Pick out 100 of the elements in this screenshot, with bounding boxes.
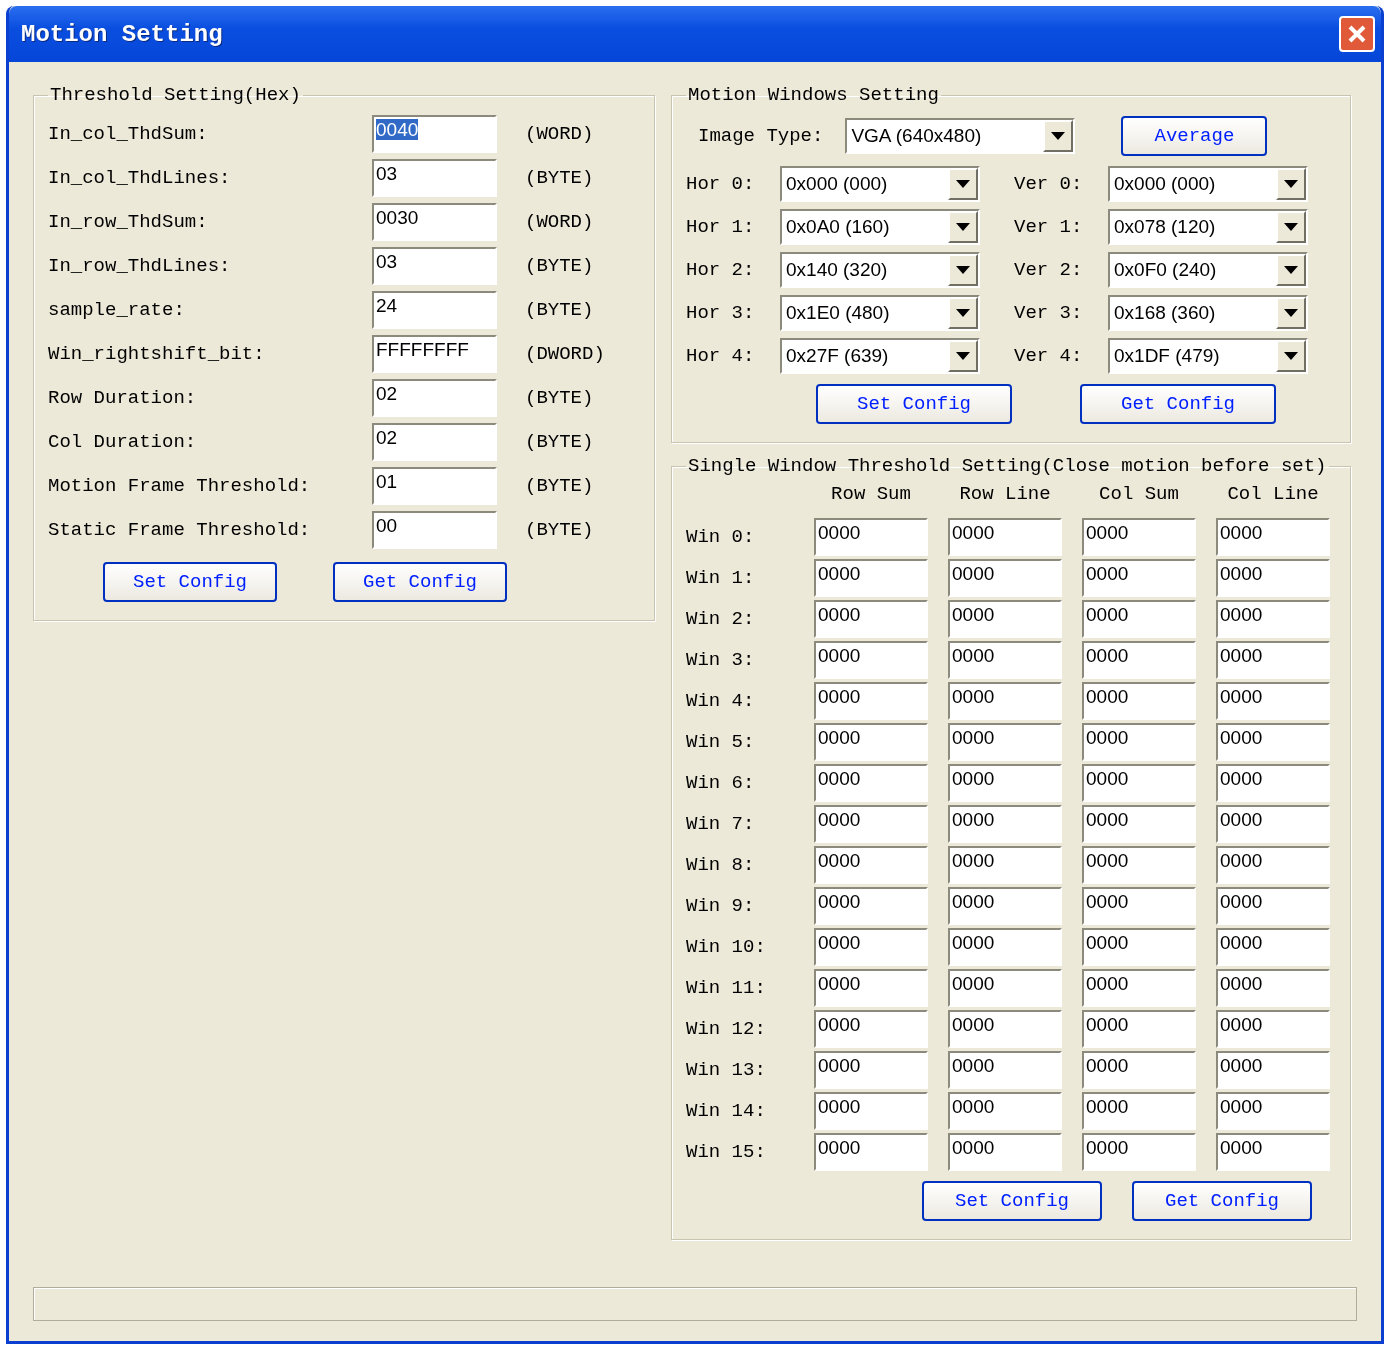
- input-field[interactable]: 0030: [372, 203, 497, 241]
- field-label: Row Duration:: [48, 387, 198, 409]
- dropdown[interactable]: 0x168 (360): [1108, 295, 1308, 331]
- input-field[interactable]: 0000: [1082, 805, 1196, 843]
- input-field[interactable]: 01: [372, 467, 497, 505]
- input-field[interactable]: 0000: [1216, 1051, 1330, 1089]
- input-field[interactable]: 0000: [814, 887, 928, 925]
- input-field[interactable]: 0000: [1082, 1133, 1196, 1171]
- dropdown[interactable]: 0x000 (000): [1108, 166, 1308, 202]
- dropdown[interactable]: 0x000 (000): [780, 166, 980, 202]
- input-field[interactable]: 0000: [814, 969, 928, 1007]
- input-field[interactable]: 0000: [948, 723, 1062, 761]
- input-field[interactable]: 0000: [1082, 518, 1196, 556]
- config-button[interactable]: Get Config: [1132, 1181, 1312, 1221]
- dropdown[interactable]: 0x078 (120): [1108, 209, 1308, 245]
- input-field[interactable]: 0000: [814, 1133, 928, 1171]
- input-field[interactable]: 0000: [948, 805, 1062, 843]
- input-field[interactable]: 0000: [1082, 969, 1196, 1007]
- input-field[interactable]: 0000: [1082, 682, 1196, 720]
- input-field[interactable]: 0000: [948, 600, 1062, 638]
- input-field[interactable]: 03: [372, 159, 497, 197]
- input-field[interactable]: 0000: [1082, 846, 1196, 884]
- input-field[interactable]: 0000: [814, 1051, 928, 1089]
- input-field[interactable]: 0000: [814, 559, 928, 597]
- input-field[interactable]: 0000: [948, 641, 1062, 679]
- input-field[interactable]: 0000: [948, 559, 1062, 597]
- dropdown[interactable]: 0x1DF (479): [1108, 338, 1308, 374]
- input-field[interactable]: 0000: [1216, 723, 1330, 761]
- input-field[interactable]: 0000: [1216, 887, 1330, 925]
- input-field[interactable]: 0000: [1216, 1010, 1330, 1048]
- input-field[interactable]: 0000: [1216, 928, 1330, 966]
- input-field[interactable]: 0000: [1082, 641, 1196, 679]
- input-field[interactable]: 0040: [372, 115, 497, 153]
- field-label: Col Duration:: [48, 431, 198, 453]
- input-field[interactable]: 0000: [814, 928, 928, 966]
- input-field[interactable]: 0000: [1216, 600, 1330, 638]
- input-field[interactable]: 0000: [948, 1010, 1062, 1048]
- input-field[interactable]: 0000: [1082, 928, 1196, 966]
- config-button[interactable]: Set Config: [103, 562, 277, 602]
- config-button[interactable]: Set Config: [816, 384, 1012, 424]
- dropdown[interactable]: 0x0F0 (240): [1108, 252, 1308, 288]
- field-label: Ver 3:: [1014, 302, 1084, 324]
- input-field[interactable]: 0000: [1082, 600, 1196, 638]
- input-field[interactable]: 0000: [814, 641, 928, 679]
- input-field[interactable]: 0000: [814, 682, 928, 720]
- input-field[interactable]: 02: [372, 423, 497, 461]
- input-field[interactable]: 0000: [948, 764, 1062, 802]
- close-button[interactable]: [1339, 16, 1375, 52]
- input-field[interactable]: 24: [372, 291, 497, 329]
- input-field[interactable]: 0000: [948, 969, 1062, 1007]
- input-field[interactable]: 0000: [1216, 969, 1330, 1007]
- input-field[interactable]: 0000: [1082, 764, 1196, 802]
- input-field[interactable]: 0000: [1216, 805, 1330, 843]
- input-field[interactable]: 03: [372, 247, 497, 285]
- input-field[interactable]: 0000: [814, 600, 928, 638]
- input-field[interactable]: 0000: [1082, 887, 1196, 925]
- dropdown[interactable]: 0x27F (639): [780, 338, 980, 374]
- input-field[interactable]: FFFFFFFF: [372, 335, 497, 373]
- input-field[interactable]: 0000: [948, 1133, 1062, 1171]
- input-field[interactable]: 0000: [1216, 764, 1330, 802]
- input-field[interactable]: 0000: [814, 846, 928, 884]
- input-field[interactable]: 02: [372, 379, 497, 417]
- input-field[interactable]: 00: [372, 511, 497, 549]
- input-field[interactable]: 0000: [1082, 723, 1196, 761]
- input-field[interactable]: 0000: [948, 682, 1062, 720]
- input-field[interactable]: 0000: [814, 723, 928, 761]
- input-field[interactable]: 0000: [1082, 1051, 1196, 1089]
- dropdown[interactable]: 0x0A0 (160): [780, 209, 980, 245]
- row-label: Win 1:: [686, 567, 756, 589]
- config-button[interactable]: Get Config: [333, 562, 507, 602]
- row-label: Win 3:: [686, 649, 756, 671]
- input-field[interactable]: 0000: [1082, 1092, 1196, 1130]
- input-field[interactable]: 0000: [948, 518, 1062, 556]
- input-field[interactable]: 0000: [814, 1010, 928, 1048]
- dropdown[interactable]: 0x140 (320): [780, 252, 980, 288]
- input-field[interactable]: 0000: [1216, 682, 1330, 720]
- dropdown[interactable]: VGA (640x480): [845, 118, 1076, 154]
- input-field[interactable]: 0000: [1216, 518, 1330, 556]
- input-field[interactable]: 0000: [814, 518, 928, 556]
- input-field[interactable]: 0000: [1216, 1092, 1330, 1130]
- input-field[interactable]: 0000: [1216, 846, 1330, 884]
- group-title: Single Window Threshold Setting(Close motion before set): [687, 455, 1328, 477]
- input-field[interactable]: 0000: [948, 846, 1062, 884]
- input-field[interactable]: 0000: [1216, 1133, 1330, 1171]
- average-button[interactable]: Average: [1121, 116, 1268, 156]
- input-field[interactable]: 0000: [1216, 559, 1330, 597]
- input-field[interactable]: 0000: [814, 1092, 928, 1130]
- input-field[interactable]: 0000: [1216, 641, 1330, 679]
- input-field[interactable]: 0000: [1082, 1010, 1196, 1048]
- input-field[interactable]: 0000: [948, 1051, 1062, 1089]
- dropdown[interactable]: 0x1E0 (480): [780, 295, 980, 331]
- input-field[interactable]: 0000: [1082, 559, 1196, 597]
- input-field[interactable]: 0000: [948, 1092, 1062, 1130]
- input-field[interactable]: 0000: [948, 928, 1062, 966]
- row-label: Win 4:: [686, 690, 756, 712]
- config-button[interactable]: Set Config: [922, 1181, 1102, 1221]
- input-field[interactable]: 0000: [814, 764, 928, 802]
- input-field[interactable]: 0000: [948, 887, 1062, 925]
- config-button[interactable]: Get Config: [1080, 384, 1276, 424]
- input-field[interactable]: 0000: [814, 805, 928, 843]
